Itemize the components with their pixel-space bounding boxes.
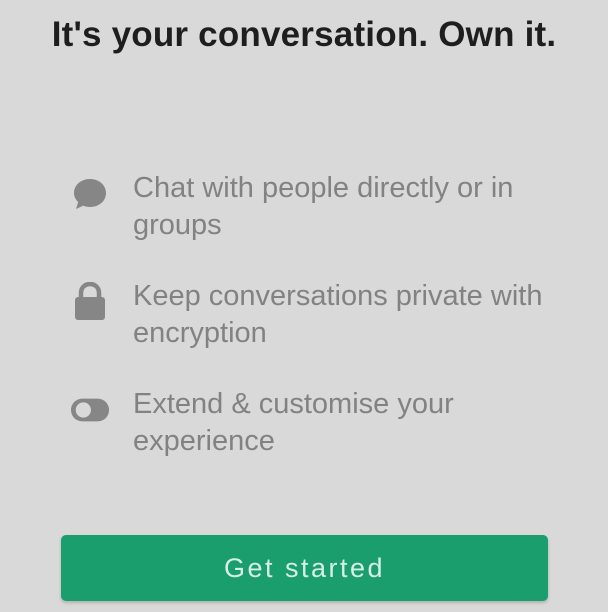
feature-item-chat: Chat with people directly or in groups [0,170,608,250]
feature-item-encryption: Keep conversations private with encrypti… [0,278,608,358]
get-started-button[interactable]: Get started [61,535,548,601]
feature-text-customise: Extend & customise your experience [133,388,454,457]
page-title: It's your conversation. Own it. [51,15,557,54]
feature-text-chat: Chat with people directly or in groups [133,172,514,241]
feature-item-customise: Extend & customise your experience [0,386,608,466]
toggle-icon [70,390,110,430]
feature-text-encryption: Keep conversations private with encrypti… [133,280,543,349]
onboarding-screen: It's your conversation. Own it. Chat wit… [0,0,608,612]
lock-icon [70,282,110,322]
chat-bubble-icon [70,174,110,214]
